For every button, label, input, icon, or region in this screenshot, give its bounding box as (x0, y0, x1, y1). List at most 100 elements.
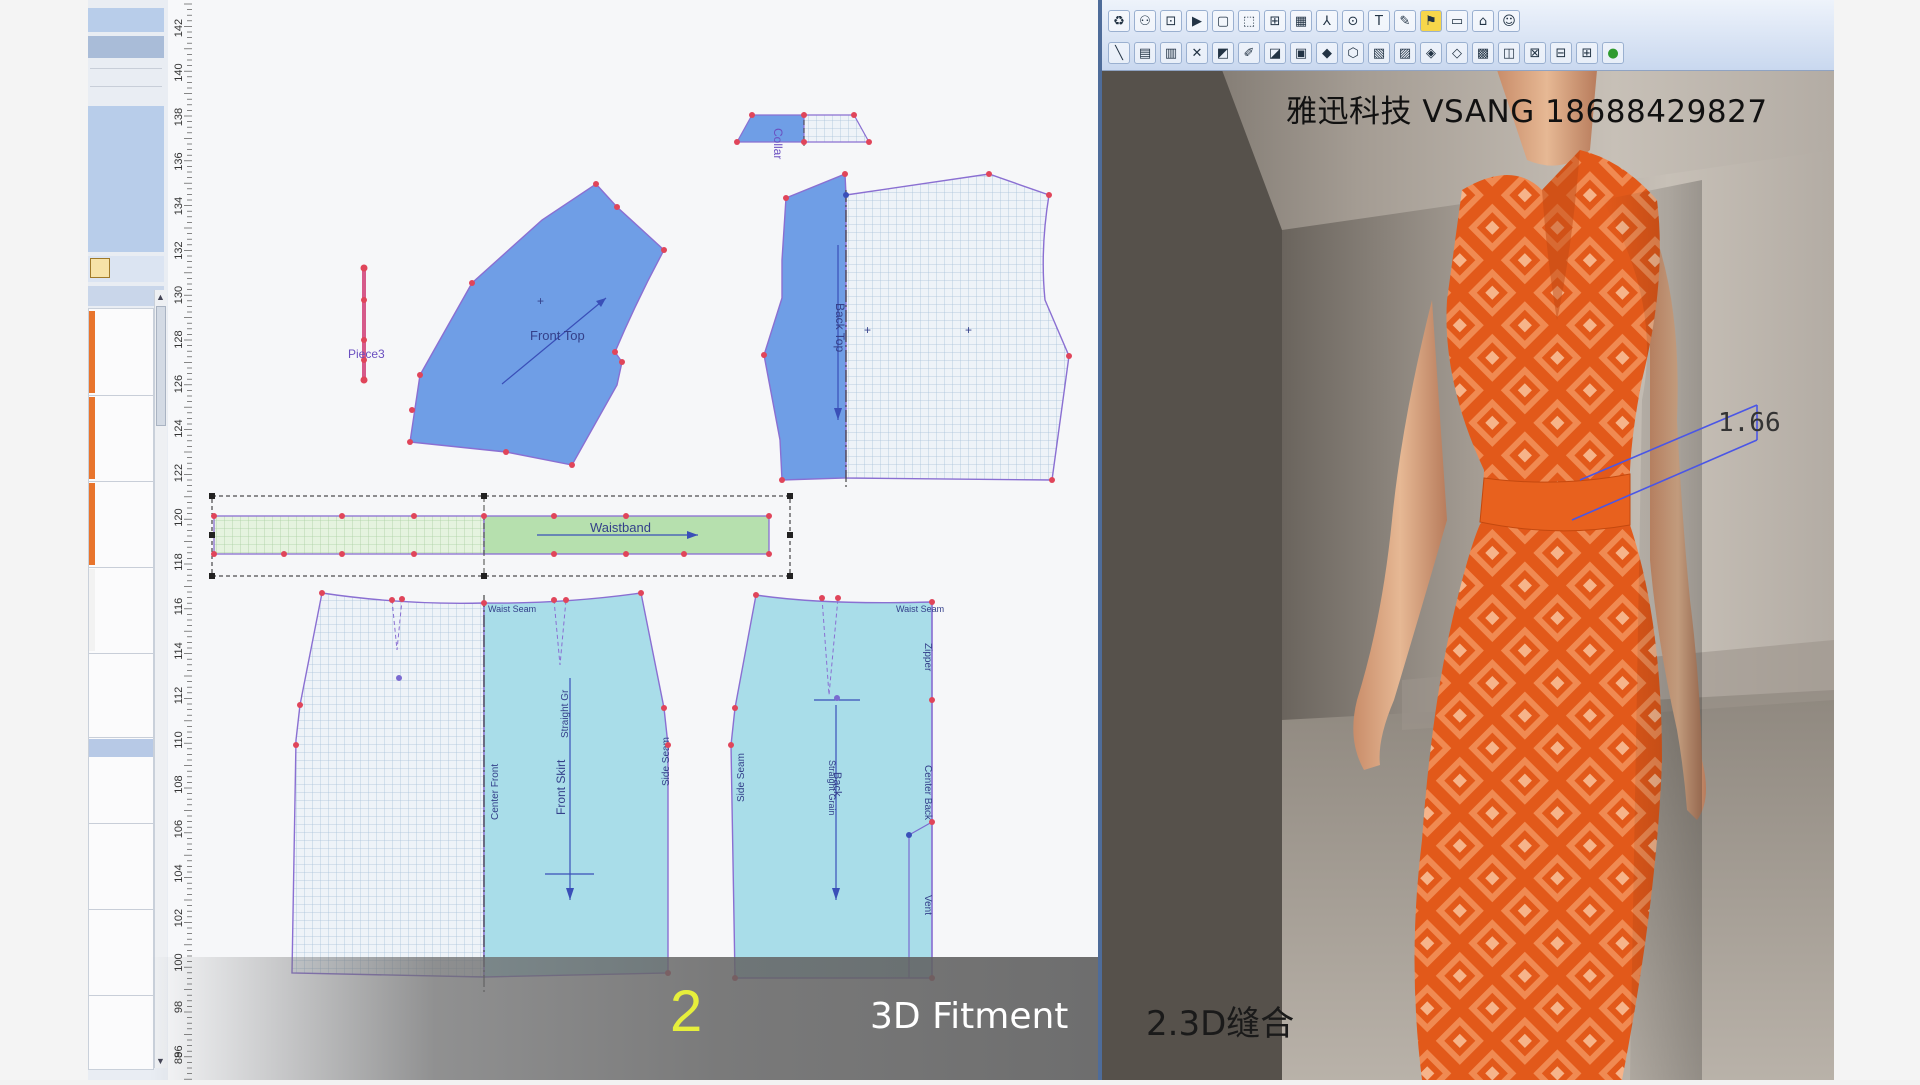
ruler-label: 110 (173, 731, 185, 749)
sphere-icon[interactable]: ● (1602, 42, 1624, 64)
user-icon[interactable]: ☺ (1498, 10, 1520, 32)
pattern-svg[interactable]: Collar Piece3 Front Top + Back Top + + W… (192, 0, 1098, 1080)
collar-label: Collar (771, 128, 785, 159)
grid-icon[interactable]: ⊞ (1264, 10, 1286, 32)
zoom-icon[interactable]: ⊙ (1342, 10, 1364, 32)
3d-toolbar-row-2: ╲ ▤ ▥ ✕ ◩ ✐ ◪ ▣ ◆ ⬡ ▧ ▨ ◈ ◇ ▩ ◫ ⊠ ⊟ ⊞ ● (1108, 42, 1624, 64)
pen-icon[interactable]: ✎ (1394, 10, 1416, 32)
panel-preview (88, 106, 164, 252)
ruler-ticks: 142 140 138 136 134 132 130 128 126 124 122 120 118 1… (173, 3, 192, 1080)
svg-text:+: + (965, 323, 972, 337)
ruler-label: 120 (173, 508, 185, 526)
display-icon[interactable]: ▭ (1446, 10, 1468, 32)
front-skirt-piece[interactable]: Waist Seam Center Front Front Skirt Stra… (291, 590, 672, 995)
pattern-canvas[interactable]: Collar Piece3 Front Top + Back Top + + W… (192, 0, 1098, 1080)
ruler-label: 124 (173, 419, 185, 437)
ruler-label: 126 (173, 375, 185, 393)
scroll-thumb[interactable] (156, 306, 166, 426)
ruler-label: 114 (173, 642, 185, 660)
fit-icon[interactable]: ⊡ (1160, 10, 1182, 32)
panel-icon[interactable]: ▨ (1394, 42, 1416, 64)
ruler-label: 104 (173, 864, 185, 882)
measurement-label: 1.66 (1718, 408, 1781, 438)
front-top-piece[interactable]: Front Top + (407, 181, 667, 468)
layer2-icon[interactable]: ◫ (1498, 42, 1520, 64)
shape-icon[interactable]: ◆ (1316, 42, 1338, 64)
waistband-label: Waistband (590, 520, 651, 535)
caption-chinese: 2.3D缝合 (1146, 1004, 1295, 1044)
bound-icon[interactable]: ⬚ (1238, 10, 1260, 32)
axis-icon[interactable]: ⅄ (1316, 10, 1338, 32)
ruler-label: 138 (173, 108, 185, 126)
edit-icon[interactable]: ✐ (1238, 42, 1260, 64)
panel-toolbar[interactable] (88, 256, 164, 282)
shade-icon[interactable]: ▦ (1290, 10, 1312, 32)
front-top-label: Front Top (530, 328, 585, 343)
figure-icon[interactable]: ⚇ (1134, 10, 1156, 32)
piece3-label: Piece3 (348, 347, 385, 361)
vent-label: Vent (922, 895, 933, 915)
center-back-label: Center Back (922, 765, 933, 821)
scroll-up-icon[interactable]: ▲ (156, 292, 165, 302)
back-skirt-piece[interactable]: Waist Seam Side Seam Straight Grain Back… (728, 592, 944, 981)
ruler-label: 136 (173, 152, 185, 170)
zipper-label: Zipper (922, 643, 933, 672)
left-margin (0, 0, 88, 1080)
list-scrollbar[interactable]: ▲ ▼ (154, 290, 167, 1068)
recycle-icon[interactable]: ♻ (1108, 10, 1130, 32)
mesh-icon[interactable]: ⊠ (1524, 42, 1546, 64)
straight-grain-front-label: Straight Gr (560, 689, 571, 738)
morph-icon[interactable]: ⬡ (1342, 42, 1364, 64)
text-icon[interactable]: T (1368, 10, 1390, 32)
waistband-piece[interactable]: Waistband (209, 493, 793, 579)
caption-english: 3D Fitment (870, 996, 1069, 1037)
note-icon[interactable] (90, 258, 110, 278)
marker-icon[interactable]: ⚑ (1420, 10, 1442, 32)
select-icon[interactable]: ◩ (1212, 42, 1234, 64)
panel-tab[interactable] (88, 36, 164, 58)
grid3-icon[interactable]: ⊞ (1576, 42, 1598, 64)
cross-icon[interactable]: ✕ (1186, 42, 1208, 64)
waist-seam-back-label: Waist Seam (896, 604, 944, 614)
cube-icon[interactable]: ◈ (1420, 42, 1442, 64)
back-top-piece[interactable]: Back Top + + (761, 171, 1072, 490)
mesh2-icon[interactable]: ⊟ (1550, 42, 1572, 64)
ruler-label: 112 (173, 687, 185, 705)
left-panel: ▲ ▼ (88, 0, 169, 1080)
ruler-label: 134 (173, 197, 185, 215)
stack-icon[interactable]: ▣ (1290, 42, 1312, 64)
svg-text:+: + (864, 323, 871, 337)
back-label: Back (831, 772, 843, 797)
ruler-label: 128 (173, 330, 185, 348)
play-icon[interactable]: ▶ (1186, 10, 1208, 32)
panel-header[interactable] (88, 8, 164, 32)
ruler-label: 122 (173, 464, 185, 482)
vertical-ruler: 142 140 138 136 134 132 130 128 126 124 122 120 118 1… (168, 0, 193, 1080)
watermark-text: 雅迅科技 VSANG 18688429827 (1286, 94, 1768, 130)
piece-icon[interactable]: ◪ (1264, 42, 1286, 64)
svg-text:+: + (537, 294, 544, 308)
frame-icon[interactable]: ▢ (1212, 10, 1234, 32)
right-margin (1834, 0, 1920, 1080)
3d-view[interactable]: ♻ ⚇ ⊡ ▶ ▢ ⬚ ⊞ ▦ ⅄ ⊙ T ✎ ⚑ ▭ ⌂ ☺ ╲ ▤ ▥ ✕ ◩ ✐ ◪ ▣ ◆ ⬡ ▧ ▨ ◈ ◇ ▩ ◫ ⊠ ⊟ ⊞ ● 雅迅… (1102, 0, 1834, 1080)
cube2-icon[interactable]: ◇ (1446, 42, 1468, 64)
center-front-label: Center Front (490, 764, 501, 820)
tile-icon[interactable]: ▤ (1134, 42, 1156, 64)
tile2-icon[interactable]: ▥ (1160, 42, 1182, 64)
box-icon[interactable]: ▧ (1368, 42, 1390, 64)
waist-seam-front-label: Waist Seam (488, 604, 536, 614)
layer-icon[interactable]: ▩ (1472, 42, 1494, 64)
ruler-label: 130 (173, 286, 185, 304)
list-header (88, 286, 164, 306)
ruler-label: 142 (173, 19, 185, 37)
piece-list[interactable] (88, 308, 154, 1070)
camera-icon[interactable]: ⌂ (1472, 10, 1494, 32)
line-icon[interactable]: ╲ (1108, 42, 1130, 64)
back-top-label: Back Top (833, 303, 847, 352)
side-seam-back-label: Side Seam (736, 753, 747, 802)
3d-scene[interactable] (1102, 0, 1834, 1080)
piece3[interactable]: Piece3 (348, 264, 385, 384)
front-skirt-label: Front Skirt (554, 759, 568, 815)
dress-belt[interactable] (1479, 473, 1631, 532)
collar-piece[interactable]: Collar (734, 112, 872, 159)
